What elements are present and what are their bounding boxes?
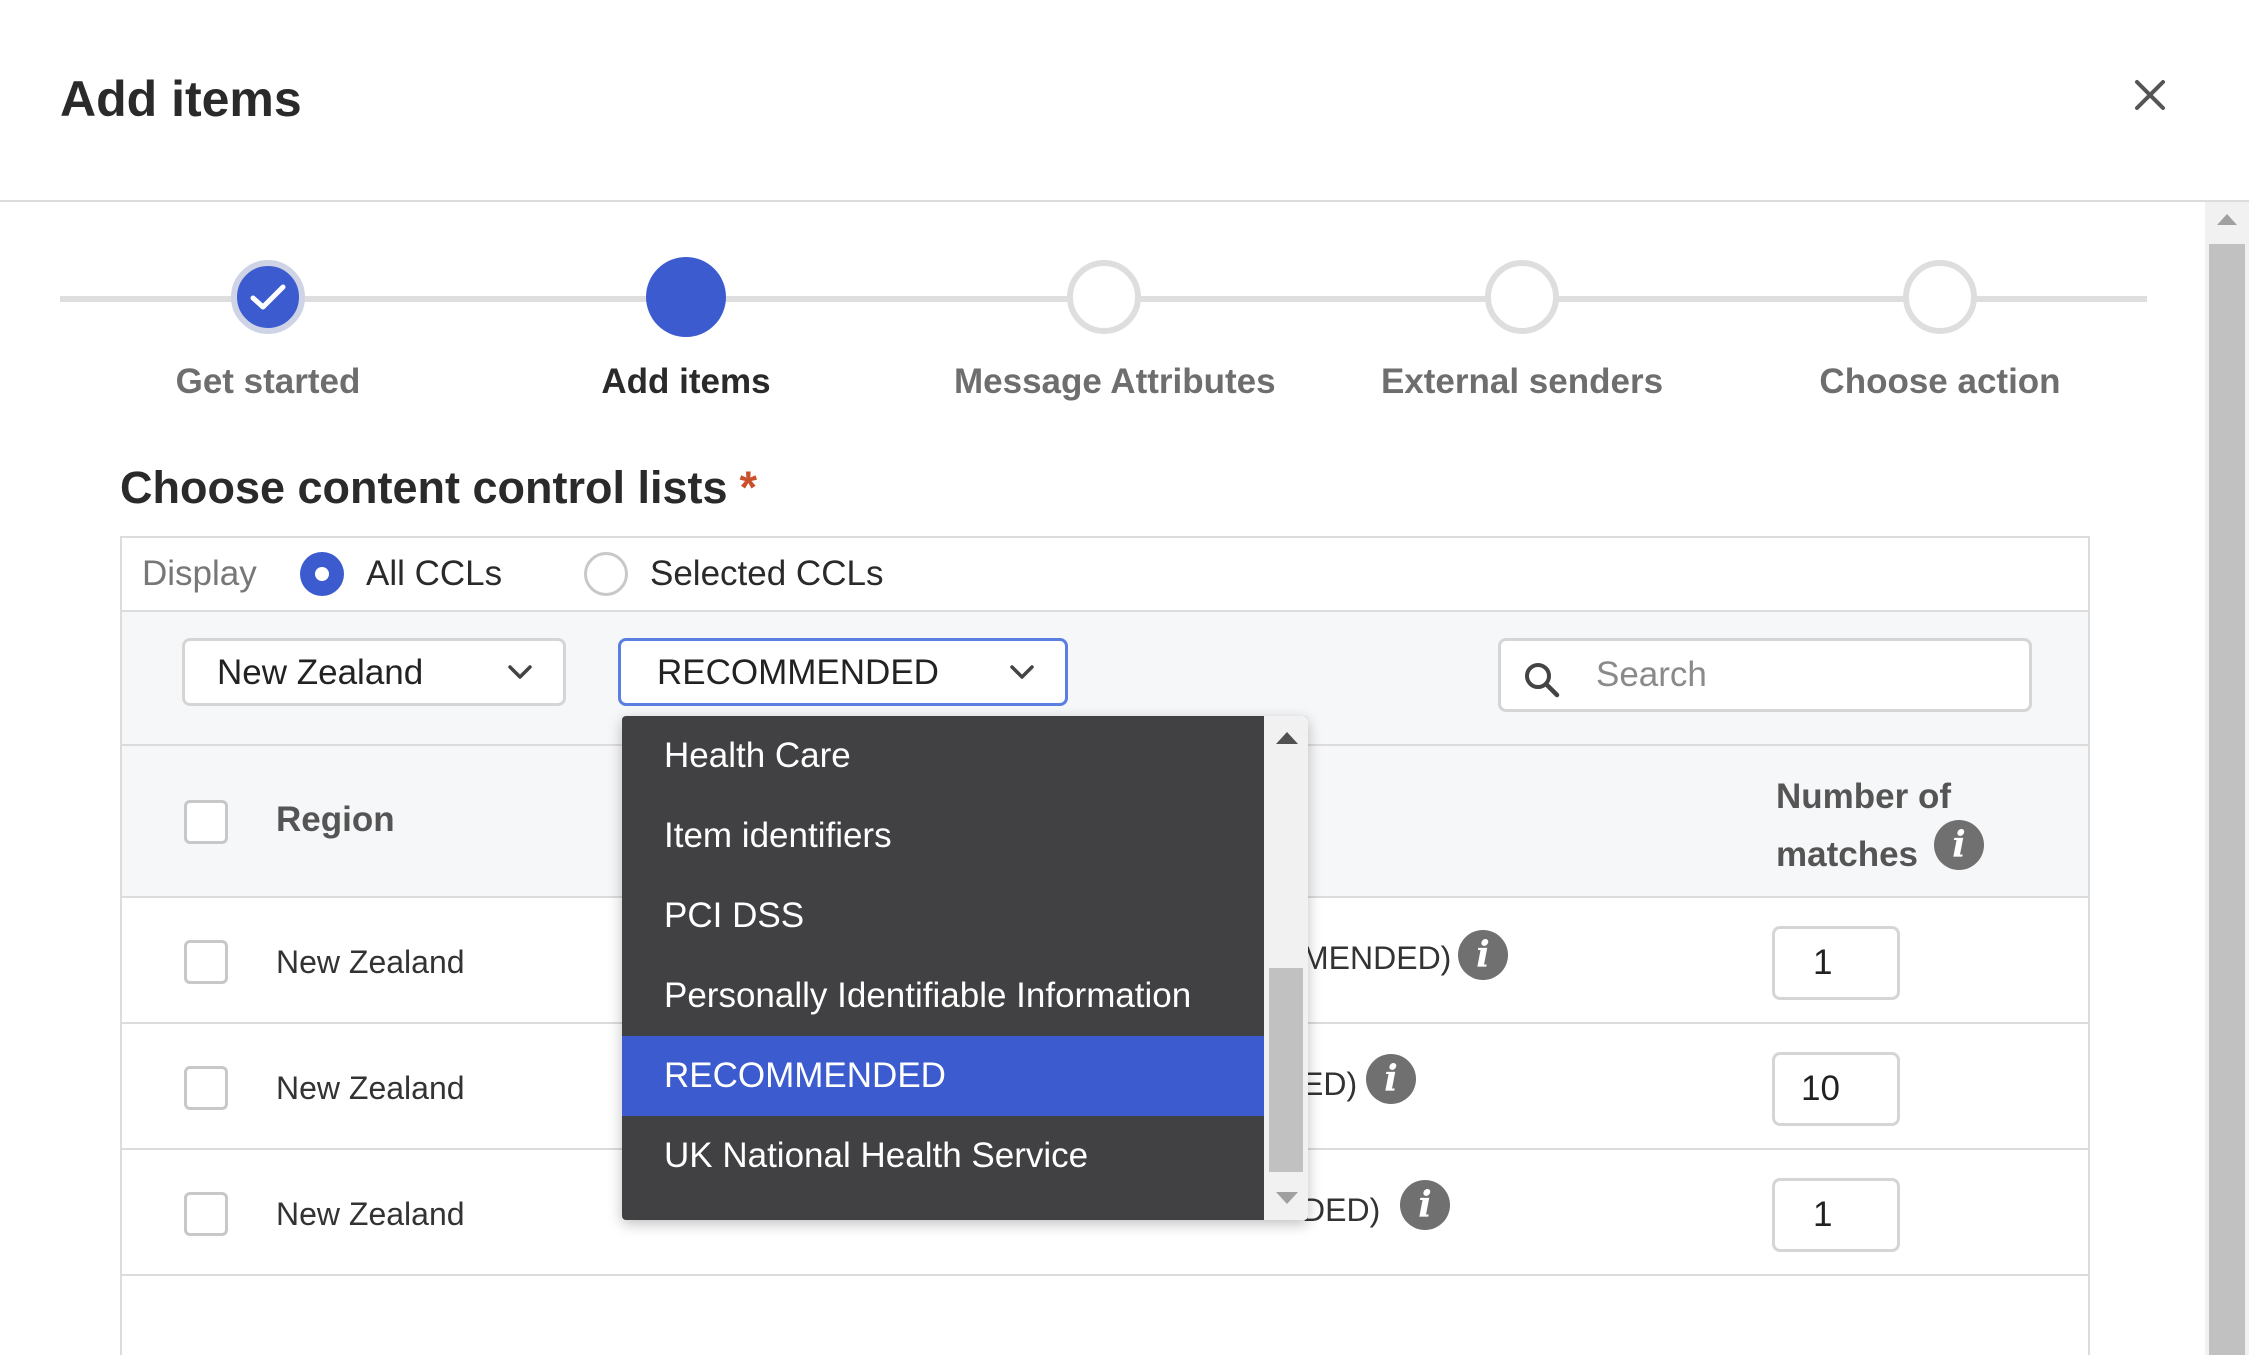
required-mark: * — [739, 462, 758, 513]
row-region: New Zealand — [276, 944, 465, 980]
chevron-down-icon — [1010, 665, 1034, 679]
search-icon — [1525, 663, 1560, 698]
scroll-up-arrow-icon[interactable] — [1276, 732, 1298, 744]
close-button[interactable] — [2125, 70, 2175, 120]
step-todo-circle — [1067, 260, 1141, 334]
checkmark-icon — [250, 284, 286, 310]
dropdown-scrollbar[interactable] — [1264, 716, 1308, 1220]
step-label: Choose action — [1819, 362, 2061, 401]
radio-all-ccls[interactable] — [300, 552, 344, 596]
step-todo-circle — [1903, 260, 1977, 334]
search-input[interactable] — [1596, 651, 2016, 699]
step-label: Add items — [601, 362, 771, 401]
row-name: DED) — [1302, 1192, 1381, 1228]
dropdown-option-item-identifiers[interactable]: Item identifiers — [622, 796, 1264, 876]
matches-input[interactable] — [1772, 1052, 1900, 1126]
step-get-started[interactable]: Get started — [118, 260, 418, 402]
close-icon — [2135, 80, 2165, 110]
step-message-attributes[interactable]: Message Attributes — [954, 260, 1276, 402]
dialog-scrollbar[interactable] — [2205, 202, 2249, 1355]
dropdown-option-health-care[interactable]: Health Care — [622, 716, 1264, 796]
row-name: MENDED) — [1302, 940, 1452, 976]
row-checkbox[interactable] — [184, 1066, 228, 1110]
row-checkbox[interactable] — [184, 940, 228, 984]
info-icon[interactable]: i — [1458, 930, 1508, 980]
step-choose-action[interactable]: Choose action — [1790, 260, 2090, 402]
section-title: Choose content control lists * — [120, 462, 757, 514]
add-items-dialog: Add items Get started Add items Message … — [0, 0, 2249, 1355]
scroll-down-arrow-icon[interactable] — [1276, 1192, 1298, 1204]
region-select[interactable]: New Zealand — [182, 638, 566, 706]
info-icon[interactable]: i — [1366, 1054, 1416, 1104]
dropdown-options: Health Care Item identifiers PCI DSS Per… — [622, 716, 1264, 1220]
radio-all-ccls-label[interactable]: All CCLs — [366, 554, 502, 594]
region-select-value: New Zealand — [217, 653, 424, 692]
dialog-title: Add items — [60, 71, 302, 127]
dialog-scroll-thumb[interactable] — [2209, 244, 2245, 1355]
step-external-senders[interactable]: External senders — [1372, 260, 1672, 402]
dropdown-option-pci-dss[interactable]: PCI DSS — [622, 876, 1264, 956]
info-icon[interactable]: i — [1934, 820, 1984, 870]
section-title-text: Choose content control lists — [120, 462, 728, 513]
dropdown-scroll-thumb[interactable] — [1269, 968, 1303, 1172]
search-box — [1498, 638, 2032, 712]
radio-selected-ccls-label[interactable]: Selected CCLs — [650, 554, 883, 594]
scroll-up-arrow-icon[interactable] — [2217, 214, 2237, 225]
row-checkbox[interactable] — [184, 1192, 228, 1236]
step-label: Message Attributes — [954, 362, 1276, 401]
chevron-down-icon — [508, 665, 532, 679]
category-select[interactable]: RECOMMENDED — [618, 638, 1068, 706]
info-icon[interactable]: i — [1400, 1180, 1450, 1230]
column-header-region[interactable]: Region — [276, 800, 395, 840]
dropdown-option-recommended[interactable]: RECOMMENDED — [622, 1036, 1264, 1116]
step-done-circle — [231, 260, 305, 334]
row-region: New Zealand — [276, 1196, 465, 1232]
matches-input[interactable] — [1772, 926, 1900, 1000]
matches-input[interactable] — [1772, 1178, 1900, 1252]
dropdown-option-uk-nhs[interactable]: UK National Health Service — [622, 1116, 1264, 1196]
display-label: Display — [142, 554, 257, 593]
dropdown-option-pii[interactable]: Personally Identifiable Information — [622, 956, 1264, 1036]
select-all-checkbox[interactable] — [184, 800, 228, 844]
display-row: Display All CCLs Selected CCLs — [122, 538, 2088, 612]
step-active-circle — [646, 257, 726, 337]
category-dropdown-menu: Health Care Item identifiers PCI DSS Per… — [622, 716, 1308, 1220]
radio-selected-ccls[interactable] — [584, 552, 628, 596]
dialog-header: Add items — [0, 0, 2249, 202]
step-todo-circle — [1485, 260, 1559, 334]
step-add-items[interactable]: Add items — [536, 257, 836, 402]
step-label: Get started — [175, 362, 361, 401]
row-region: New Zealand — [276, 1070, 465, 1106]
step-label: External senders — [1380, 362, 1664, 401]
row-name: ED) — [1302, 1066, 1358, 1102]
category-select-value: RECOMMENDED — [657, 653, 939, 692]
dialog-content: Get started Add items Message Attributes… — [0, 202, 2205, 1355]
